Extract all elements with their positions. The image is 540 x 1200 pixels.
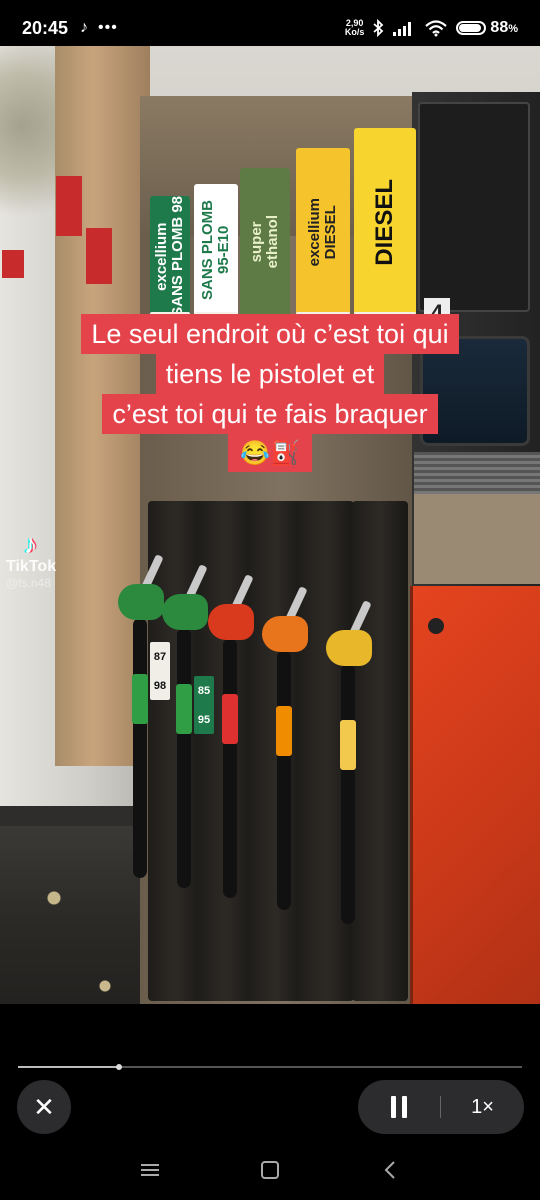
battery-fill	[459, 24, 481, 32]
progress-bar[interactable]	[18, 1064, 522, 1070]
wifi-icon	[425, 20, 448, 37]
price-tag: 85 95	[194, 676, 214, 734]
system-nav-bar	[0, 1140, 540, 1200]
pause-icon	[391, 1096, 396, 1118]
no-phone-sign	[86, 228, 112, 284]
home-square-icon	[261, 1161, 279, 1179]
nozzle-grip	[276, 706, 292, 756]
network-speed-unit: Ko/s	[344, 27, 365, 37]
recent-apps-button[interactable]	[135, 1155, 165, 1185]
nozzle-grip	[132, 674, 148, 724]
video-caption: Le seul endroit où c’est toi qui tiens l…	[0, 314, 540, 472]
watermark-brand: TikTok	[6, 558, 57, 575]
nozzle-head	[118, 584, 164, 620]
home-button[interactable]	[255, 1155, 285, 1185]
playback-speed-button[interactable]: 1×	[441, 1080, 524, 1134]
nozzle-hose	[341, 664, 355, 924]
battery-icon	[456, 21, 487, 35]
bluetooth-icon	[373, 19, 384, 37]
laughing-emoji-fuel-pump-icon: 😂⛽	[240, 439, 300, 467]
progress-thumb[interactable]	[115, 1064, 122, 1070]
network-speed: 2,90 Ko/s	[345, 19, 365, 37]
caption-line: tiens le pistolet et	[155, 354, 385, 394]
nozzle-head	[262, 616, 308, 652]
price-tag: 87 98	[150, 642, 170, 700]
pause-button[interactable]	[358, 1080, 440, 1134]
caption-line: Le seul endroit où c’est toi qui	[81, 314, 459, 354]
nozzle-head	[208, 604, 254, 640]
tiktok-watermark: ♪ TikTok @fs.n48	[6, 530, 56, 590]
price-tag-bottom: 98	[153, 679, 167, 692]
caption-emoji: 😂⛽	[228, 434, 312, 472]
battery-indicator: 88%	[456, 19, 518, 37]
nozzle-hose	[177, 628, 191, 888]
pause-icon-bar	[402, 1096, 407, 1118]
player-controls: ✕ 1×	[0, 1004, 540, 1150]
nozzle-grip	[176, 684, 192, 734]
fuel-label: excellium SANS PLOMB 98	[150, 196, 190, 316]
back-chevron-icon	[384, 1161, 395, 1179]
fuel-label-text: SANS PLOMB 95-E10	[199, 199, 232, 300]
nozzle-bay	[352, 501, 408, 1001]
battery-level: 88%	[490, 19, 518, 36]
pump-display-panel	[418, 102, 530, 312]
caption-line: c’est toi qui te fais braquer	[102, 394, 438, 434]
nozzle-hose	[277, 650, 291, 910]
fuel-label-text: DIESEL	[371, 178, 399, 266]
watermark-username: @fs.n48	[6, 576, 51, 590]
price-tag-bottom: 95	[197, 713, 211, 726]
signal-icon	[393, 22, 412, 36]
door-lock-icon	[428, 618, 444, 634]
fuel-label-text: super ethanol	[248, 215, 281, 269]
video-frame[interactable]: 4 excelliumSANS PLOMB 98ESSENCESANS PLOM…	[0, 46, 540, 1004]
close-icon: ✕	[33, 1091, 55, 1122]
close-button[interactable]: ✕	[17, 1080, 71, 1134]
fuel-label: excellium DIESEL	[296, 148, 350, 316]
fuel-label-text: excellium SANS PLOMB 98	[153, 196, 186, 316]
nozzle-hose	[223, 638, 237, 898]
fuel-label: SANS PLOMB 95-E10	[194, 184, 238, 316]
back-button[interactable]	[375, 1155, 405, 1185]
pump-panel	[414, 494, 540, 584]
tiktok-logo-icon: ♪	[24, 529, 37, 559]
fuel-label-text: excellium DIESEL	[306, 197, 339, 267]
nozzle-grip	[222, 694, 238, 744]
progress-fill	[18, 1066, 119, 1068]
menu-icon	[141, 1164, 159, 1176]
fuel-label: DIESEL	[354, 128, 416, 316]
playback-control-group: 1×	[358, 1080, 524, 1134]
nozzle-head	[162, 594, 208, 630]
status-icons: 2,90 Ko/s 88%	[345, 19, 518, 37]
nozzle-grip	[340, 720, 356, 770]
fuel-label: super ethanol	[240, 168, 290, 316]
safety-sign	[2, 250, 24, 278]
more-notifications-icon: •••	[98, 19, 118, 36]
nozzle-head	[326, 630, 372, 666]
no-smoking-sign	[56, 176, 82, 236]
status-time: 20:45	[22, 17, 69, 38]
tiktok-notification-icon: ♪	[80, 19, 89, 36]
nozzle-hose	[133, 618, 147, 878]
price-tag-top: 85	[197, 684, 211, 697]
pump-red-door	[410, 586, 540, 1004]
price-tag-top: 87	[153, 650, 167, 663]
